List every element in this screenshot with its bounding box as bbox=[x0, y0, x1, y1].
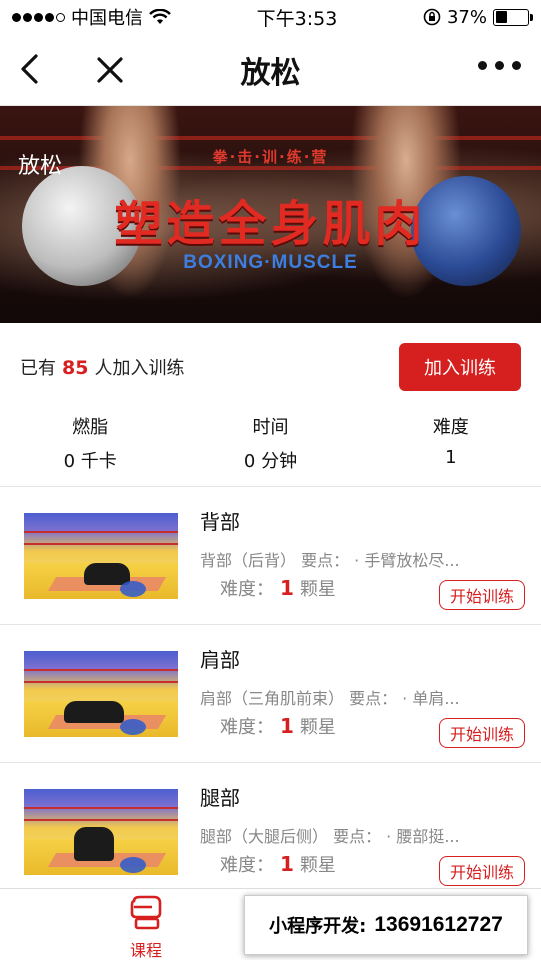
difficulty-prefix: 难度： bbox=[220, 716, 274, 738]
difficulty-value: 1 bbox=[280, 851, 294, 876]
join-prefix: 已有 bbox=[20, 358, 56, 379]
status-bar: 中国电信 下午3:53 37% bbox=[0, 0, 541, 34]
carrier-label: 中国电信 bbox=[71, 8, 143, 29]
back-button[interactable] bbox=[14, 52, 44, 86]
difficulty-suffix: 颗星 bbox=[299, 716, 336, 738]
battery-percent: 37% bbox=[446, 6, 487, 28]
wifi-icon bbox=[149, 9, 171, 24]
exercise-title: 腿部 bbox=[200, 785, 240, 810]
join-training-button[interactable]: 加入训练 bbox=[399, 343, 521, 391]
exercise-item-back[interactable]: 背部 背部（后背） 要点： · 手臂放松尽... 难度： 1 颗星 开始训练 bbox=[0, 487, 541, 625]
exercise-thumbnail bbox=[24, 512, 178, 599]
exercise-list: 背部 背部（后背） 要点： · 手臂放松尽... 难度： 1 颗星 开始训练 肩部 … bbox=[0, 487, 541, 901]
more-dot-icon bbox=[478, 61, 487, 70]
stat-value: 0 分钟 bbox=[243, 451, 298, 472]
join-section: 已有 85 人加入训练 加入训练 bbox=[0, 323, 541, 411]
difficulty-prefix: 难度： bbox=[220, 578, 274, 600]
exercise-description: 背部（后背） 要点： · 手臂放松尽... bbox=[200, 550, 460, 570]
close-button[interactable] bbox=[92, 52, 128, 88]
promo-text: 小程序开发: bbox=[269, 916, 367, 937]
join-count: 85 bbox=[62, 357, 89, 379]
difficulty-prefix: 难度： bbox=[220, 854, 274, 876]
developer-promo-banner: 小程序开发: 13691612727 bbox=[244, 895, 528, 955]
difficulty-value: 1 bbox=[280, 575, 294, 600]
exercise-title: 肩部 bbox=[200, 647, 240, 672]
exercise-item-leg[interactable]: 腿部 腿部（大腿后侧） 要点： · 腰部挺... 难度： 1 颗星 开始训练 bbox=[0, 763, 541, 901]
clock-label: 下午3:53 bbox=[256, 7, 338, 30]
battery-icon bbox=[493, 8, 533, 26]
exercise-description: 肩部（三角肌前束） 要点： · 单肩... bbox=[200, 688, 460, 708]
exercise-thumbnail bbox=[24, 788, 178, 875]
signal-dots-icon bbox=[12, 12, 65, 22]
exercise-item-shoulder[interactable]: 肩部 肩部（三角肌前束） 要点： · 单肩... 难度： 1 颗星 开始训练 bbox=[0, 625, 541, 763]
difficulty-value: 1 bbox=[280, 713, 294, 738]
difficulty-suffix: 颗星 bbox=[299, 578, 336, 600]
promo-phone: 13691612727 bbox=[374, 913, 503, 936]
exercise-thumbnail bbox=[24, 650, 178, 737]
stat-difficulty: 难度 1 bbox=[361, 411, 541, 486]
stat-time: 时间 0 分钟 bbox=[180, 411, 360, 486]
course-banner: 放松 拳·击·训·练·营 塑造全身肌肉 BOXING·MUSCLE bbox=[0, 106, 541, 323]
stat-label: 难度 bbox=[432, 417, 469, 438]
battery-fill bbox=[495, 11, 507, 23]
banner-english: BOXING·MUSCLE bbox=[183, 252, 358, 273]
stat-label: 燃脂 bbox=[72, 417, 109, 438]
status-left: 中国电信 bbox=[12, 4, 171, 30]
course-stats: 燃脂 0 千卡 时间 0 分钟 难度 1 bbox=[0, 411, 541, 487]
boxing-glove-icon bbox=[130, 895, 162, 930]
start-training-button[interactable]: 开始训练 bbox=[439, 718, 525, 748]
join-count-text: 已有 85 人加入训练 bbox=[20, 354, 184, 380]
start-training-button[interactable]: 开始训练 bbox=[439, 856, 525, 886]
stat-value: 1 bbox=[445, 447, 457, 468]
tab-course-label: 课程 bbox=[129, 941, 162, 960]
exercise-description: 腿部（大腿后侧） 要点： · 腰部挺... bbox=[200, 826, 460, 846]
close-icon bbox=[97, 57, 123, 83]
stat-calories: 燃脂 0 千卡 bbox=[0, 411, 180, 486]
page-title: 放松 bbox=[240, 55, 301, 91]
more-button[interactable] bbox=[478, 61, 521, 70]
nav-bar: 放松 bbox=[0, 34, 541, 106]
difficulty-suffix: 颗星 bbox=[299, 854, 336, 876]
stat-value: 0 千卡 bbox=[63, 451, 117, 472]
join-suffix: 人加入训练 bbox=[94, 358, 185, 379]
chevron-left-icon bbox=[21, 54, 38, 84]
start-training-button[interactable]: 开始训练 bbox=[439, 580, 525, 610]
status-right: 37% bbox=[423, 6, 533, 28]
banner-headline: 塑造全身肌肉 bbox=[114, 196, 427, 252]
bottom-tab-bar: 课程 小程序开发: 13691612727 bbox=[0, 888, 541, 960]
tab-course[interactable]: 课程 bbox=[118, 895, 174, 960]
more-dot-icon bbox=[495, 61, 504, 70]
stat-label: 时间 bbox=[252, 417, 289, 438]
rotation-lock-icon bbox=[423, 8, 441, 26]
exercise-title: 背部 bbox=[200, 509, 240, 534]
more-dot-icon bbox=[512, 61, 521, 70]
banner-subtitle: 拳·击·训·练·营 bbox=[212, 148, 329, 166]
